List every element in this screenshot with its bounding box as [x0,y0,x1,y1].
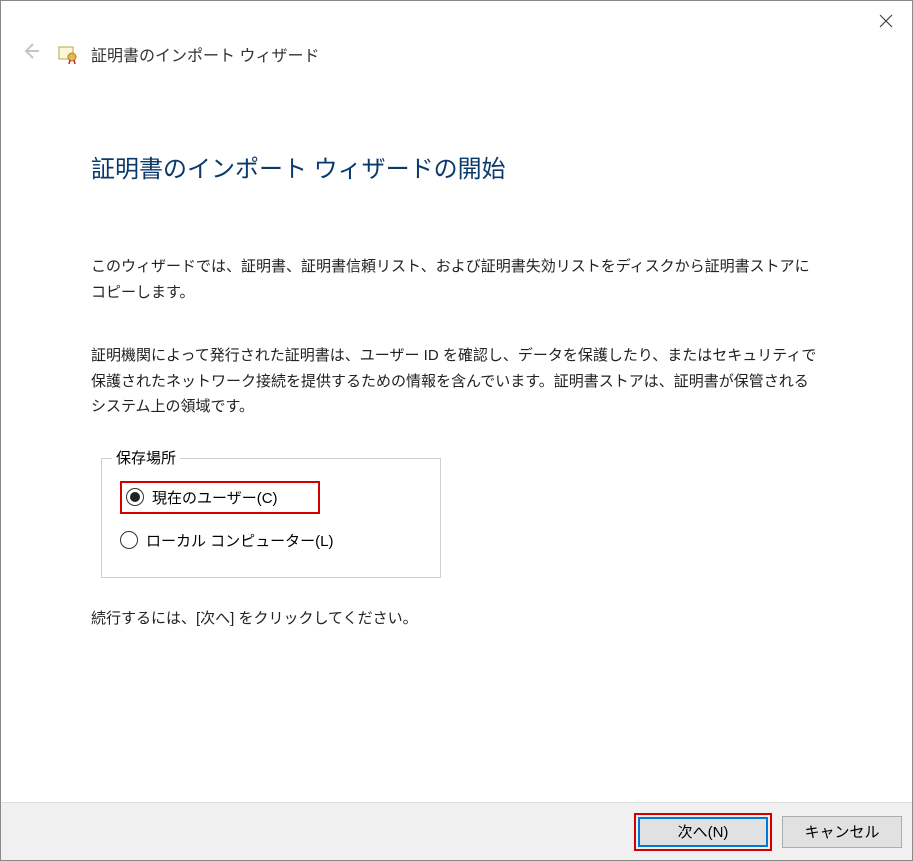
certificate-icon [57,43,79,65]
store-location-legend: 保存場所 [112,447,180,468]
back-arrow-icon [15,40,45,68]
wizard-footer: 次へ(N) キャンセル [1,802,912,860]
wizard-header: 証明書のインポート ウィザード [1,41,912,79]
cancel-button[interactable]: キャンセル [782,816,902,848]
wizard-content: 証明書のインポート ウィザードの開始 このウィザードでは、証明書、証明書信頼リス… [1,79,912,631]
wizard-title: 証明書のインポート ウィザード [91,42,319,66]
highlight-box: 次へ(N) [634,813,772,851]
continue-instruction: 続行するには、[次へ] をクリックしてください。 [91,606,822,632]
next-button[interactable]: 次へ(N) [638,817,768,847]
intro-paragraph-2: 証明機関によって発行された証明書は、ユーザー ID を確認し、データを保護したり… [91,343,822,420]
radio-current-user[interactable]: 現在のユーザー(C) [116,473,426,522]
radio-local-computer[interactable]: ローカル コンピューター(L) [116,522,426,559]
radio-label: ローカル コンピューター(L) [146,530,334,551]
radio-icon [120,531,138,549]
radio-icon [126,488,144,506]
title-bar [1,1,912,41]
close-button[interactable] [872,7,900,35]
page-heading: 証明書のインポート ウィザードの開始 [91,149,822,184]
radio-label: 現在のユーザー(C) [152,487,278,508]
highlight-box: 現在のユーザー(C) [120,481,320,514]
intro-paragraph-1: このウィザードでは、証明書、証明書信頼リスト、および証明書失効リストをディスクか… [91,254,822,305]
store-location-fieldset: 保存場所 現在のユーザー(C) ローカル コンピューター(L) [101,458,441,578]
close-icon [879,14,893,28]
